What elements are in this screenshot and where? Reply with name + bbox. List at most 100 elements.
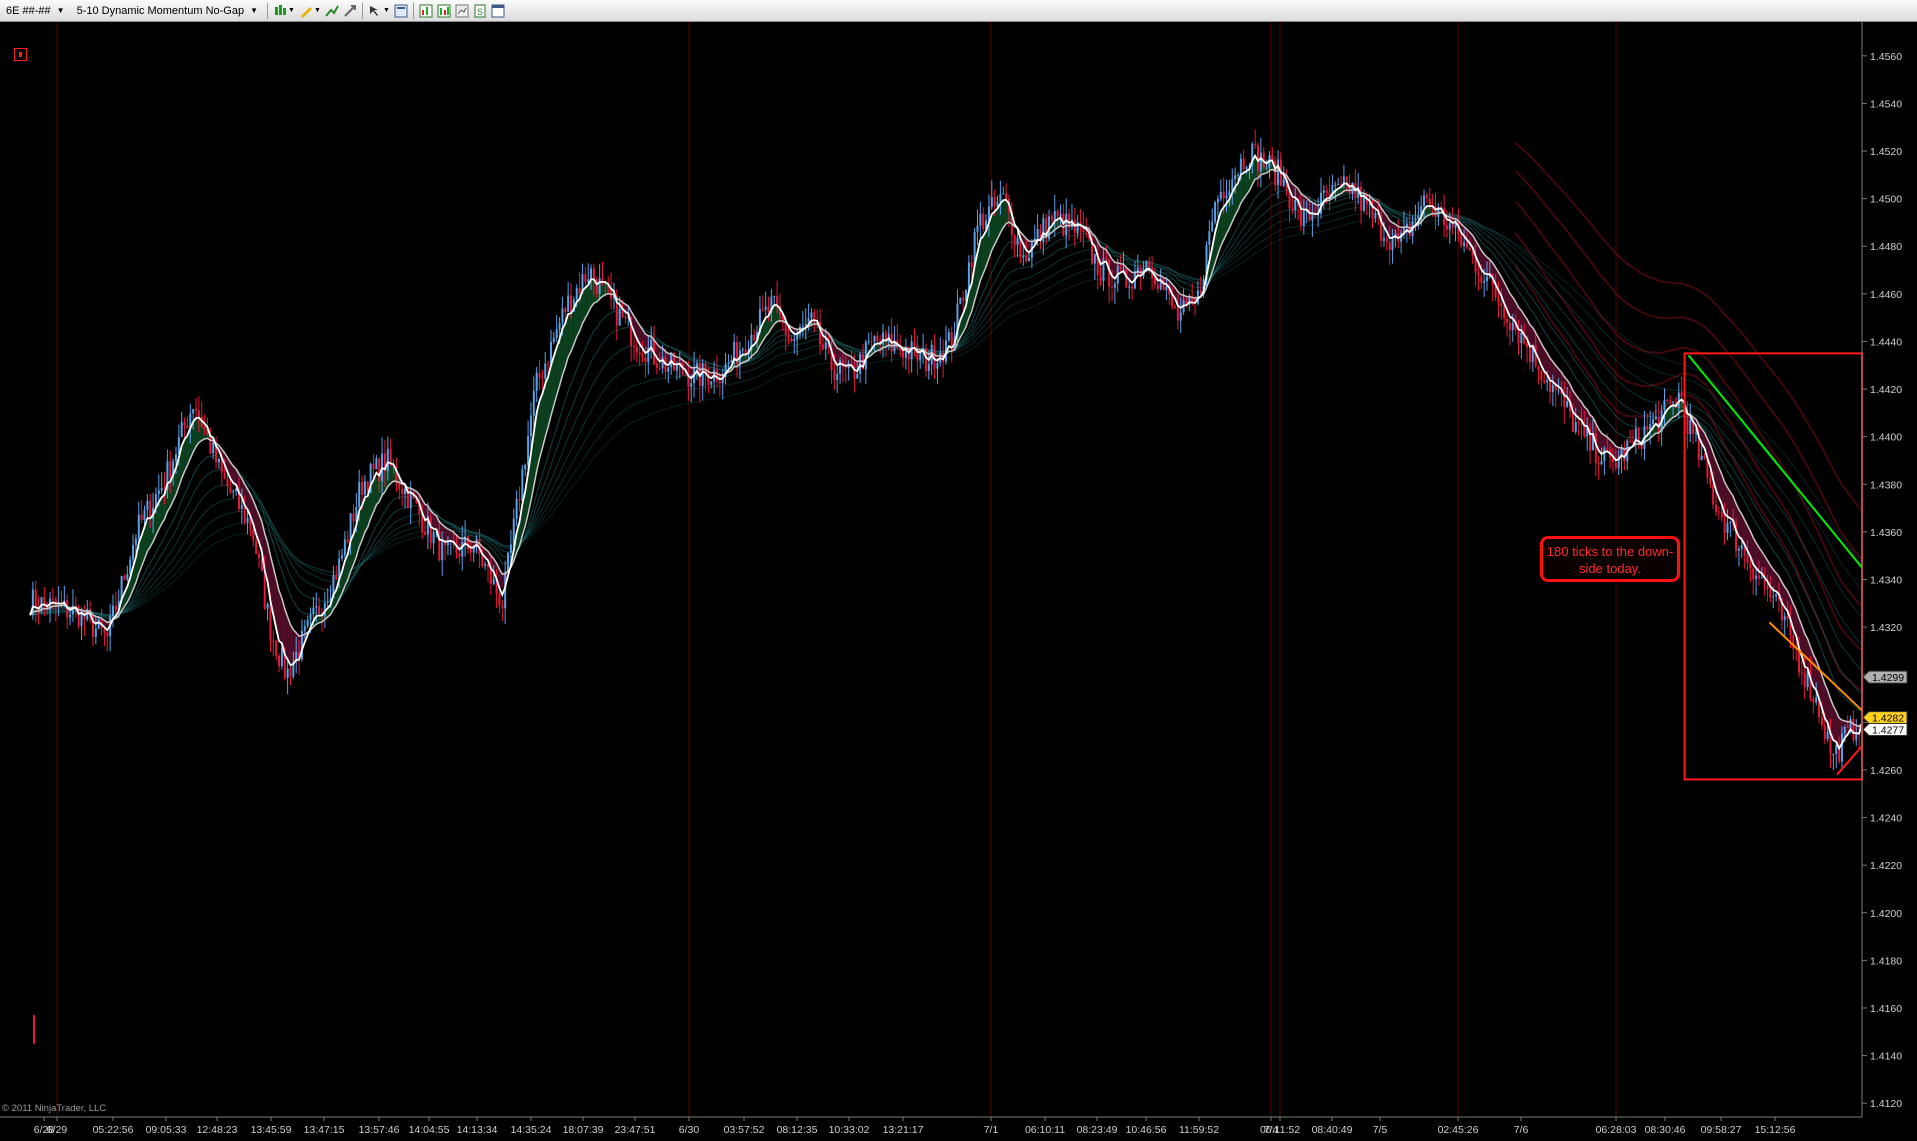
time-tick-label: 09:58:27 xyxy=(1701,1124,1742,1136)
price-tick-label: 1.4340 xyxy=(1870,575,1902,587)
candle-body xyxy=(1119,265,1122,270)
candle-body xyxy=(246,517,249,523)
chart-data-button[interactable] xyxy=(417,2,435,20)
candle-body xyxy=(1614,462,1617,469)
chevron-down-icon: ▼ xyxy=(56,6,65,15)
candle-body xyxy=(1632,441,1634,443)
candle-body xyxy=(126,574,129,580)
candle-body xyxy=(1056,210,1059,217)
time-axis[interactable]: 6/286/29 05:22:56 09:05:33 12:48:23 13:45:59… xyxy=(0,1116,1862,1136)
indicators-button[interactable] xyxy=(435,2,453,20)
toolbar-divider xyxy=(413,2,415,19)
candle-body xyxy=(1775,594,1778,597)
candle-body xyxy=(635,346,638,353)
candlesticks xyxy=(31,129,1863,1044)
candle-body xyxy=(1720,512,1723,518)
time-tick-label: 05:22:56 xyxy=(93,1124,134,1136)
candle-body xyxy=(632,345,635,347)
candle-body xyxy=(1629,440,1632,442)
candle-body xyxy=(1145,260,1148,269)
candle-body xyxy=(140,514,143,521)
candle-body xyxy=(575,288,578,300)
candle-body xyxy=(1463,242,1466,247)
candle-body xyxy=(710,381,713,385)
candle-body xyxy=(876,335,879,341)
candle-body xyxy=(1729,521,1732,523)
price-axis[interactable]: 1.4560 1.4540 1.4520 1.4500 1.4480 1.4460 1.44… xyxy=(1861,22,1908,1117)
candle-body xyxy=(655,363,658,368)
zoom-button[interactable]: ▼ xyxy=(366,2,392,20)
candle-body xyxy=(1162,279,1165,291)
candle-body xyxy=(132,545,135,560)
candle-body xyxy=(146,500,149,511)
strategy-button[interactable] xyxy=(341,2,359,20)
time-tick-label: 23:47:51 xyxy=(615,1124,656,1136)
properties-button[interactable] xyxy=(392,2,410,20)
candle-body xyxy=(1594,432,1597,464)
candle-body xyxy=(1755,575,1758,580)
candle-body xyxy=(409,492,412,508)
candle-body xyxy=(1131,286,1134,289)
candle-body xyxy=(999,193,1002,203)
candle-body xyxy=(212,441,215,454)
candle-body xyxy=(1712,484,1715,505)
candle-body xyxy=(1680,392,1683,396)
candle-body xyxy=(996,202,999,206)
candle-body xyxy=(1222,191,1225,199)
candle-body xyxy=(1179,312,1182,321)
time-tick-label: 11:59:52 xyxy=(1179,1124,1219,1136)
window-button[interactable] xyxy=(489,2,507,20)
candle-body xyxy=(192,409,195,414)
add-indicator-button[interactable] xyxy=(323,2,341,20)
candle-body xyxy=(169,461,172,478)
candle-body xyxy=(1603,448,1606,462)
candle-body xyxy=(432,532,435,544)
candle-body xyxy=(1600,461,1603,465)
candle-body xyxy=(641,354,644,358)
candle-body xyxy=(343,539,346,556)
time-tick-label: 08:40:49 xyxy=(1312,1124,1353,1136)
candle-body xyxy=(1428,198,1431,207)
candle-body xyxy=(507,552,510,572)
candle-body xyxy=(1265,167,1268,169)
candle-body xyxy=(232,491,235,493)
last-price-label: 1.4299 xyxy=(1872,672,1904,684)
compare-button[interactable] xyxy=(453,2,471,20)
candle-body xyxy=(1849,718,1852,728)
candle-body xyxy=(727,362,730,364)
chevron-down-icon: ▼ xyxy=(250,6,259,15)
candle-body xyxy=(1259,152,1262,172)
export-button[interactable]: S xyxy=(471,2,489,20)
candle-body xyxy=(1800,672,1803,674)
bar-style-button[interactable]: ▼ xyxy=(271,2,297,20)
candle-body xyxy=(773,295,776,297)
candle-body xyxy=(913,341,916,346)
candle-body xyxy=(1760,577,1763,579)
time-tick-label: 13:57:46 xyxy=(359,1124,400,1136)
candle-body xyxy=(979,213,982,226)
candle-body xyxy=(515,498,518,519)
instrument-selector[interactable]: 6E ##-## ▼ xyxy=(0,2,71,20)
candle-body xyxy=(601,278,604,282)
chart-template-selector[interactable]: 5-10 Dynamic Momentum No-Gap ▼ xyxy=(71,2,264,20)
candle-body xyxy=(624,317,627,319)
time-tick-label: 7/6 xyxy=(1514,1124,1529,1136)
candle-body xyxy=(527,436,530,466)
properties-icon xyxy=(394,4,408,17)
draw-tool-button[interactable]: ▼ xyxy=(297,2,323,20)
candle-body xyxy=(919,352,922,361)
time-tick-label: 7/5 xyxy=(1373,1124,1388,1136)
indicator-marker-icon[interactable] xyxy=(14,48,27,61)
candle-body xyxy=(1511,322,1514,331)
toolbar-divider xyxy=(362,2,364,19)
candle-body xyxy=(796,334,799,340)
candle-body xyxy=(867,341,870,343)
bar-style-icon xyxy=(275,4,287,15)
price-tick-label: 1.4420 xyxy=(1870,384,1902,396)
candle-body xyxy=(1769,589,1772,598)
candle-body xyxy=(1746,555,1749,563)
candle-body xyxy=(1480,275,1483,283)
candle-body xyxy=(1703,455,1706,459)
red-trend-line xyxy=(1836,745,1863,776)
last-price-label: 1.4282 xyxy=(1872,713,1904,725)
